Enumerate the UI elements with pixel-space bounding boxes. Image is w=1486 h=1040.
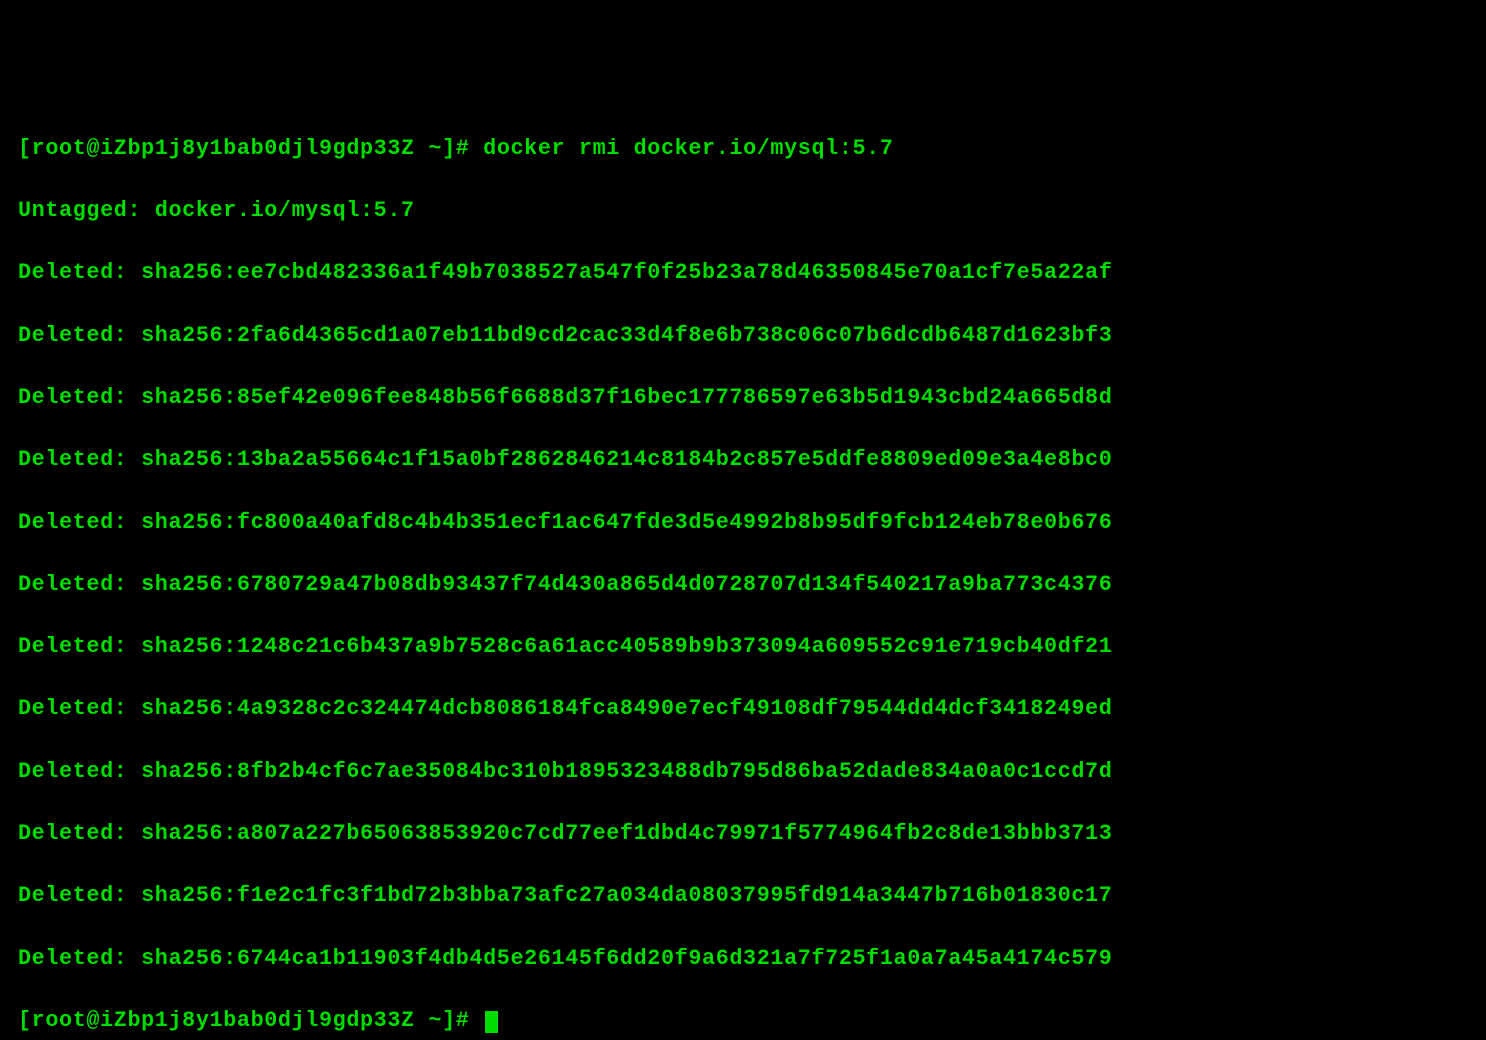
shell-prompt: [root@iZbp1j8y1bab0djl9gdp33Z ~]# bbox=[18, 1008, 483, 1033]
output-line: Deleted: sha256:4a9328c2c324474dcb808618… bbox=[18, 693, 1468, 724]
output-line: Deleted: sha256:a807a227b65063853920c7cd… bbox=[18, 818, 1468, 849]
output-line: Deleted: sha256:13ba2a55664c1f15a0bf2862… bbox=[18, 444, 1468, 475]
command-text: docker rmi docker.io/mysql:5.7 bbox=[483, 136, 893, 161]
output-line: Deleted: sha256:85ef42e096fee848b56f6688… bbox=[18, 382, 1468, 413]
terminal-prompt-line[interactable]: [root@iZbp1j8y1bab0djl9gdp33Z ~]# bbox=[18, 1005, 1468, 1036]
output-line: Deleted: sha256:f1e2c1fc3f1bd72b3bba73af… bbox=[18, 880, 1468, 911]
output-line: Deleted: sha256:6744ca1b11903f4db4d5e261… bbox=[18, 943, 1468, 974]
output-line: Deleted: sha256:2fa6d4365cd1a07eb11bd9cd… bbox=[18, 320, 1468, 351]
output-line: Untagged: docker.io/mysql:5.7 bbox=[18, 195, 1468, 226]
output-line: Deleted: sha256:1248c21c6b437a9b7528c6a6… bbox=[18, 631, 1468, 662]
shell-prompt: [root@iZbp1j8y1bab0djl9gdp33Z ~]# bbox=[18, 136, 483, 161]
output-line: Deleted: sha256:8fb2b4cf6c7ae35084bc310b… bbox=[18, 756, 1468, 787]
output-line: Deleted: sha256:fc800a40afd8c4b4b351ecf1… bbox=[18, 507, 1468, 538]
output-line: Deleted: sha256:6780729a47b08db93437f74d… bbox=[18, 569, 1468, 600]
output-line: Deleted: sha256:ee7cbd482336a1f49b703852… bbox=[18, 257, 1468, 288]
terminal-command-line[interactable]: [root@iZbp1j8y1bab0djl9gdp33Z ~]# docker… bbox=[18, 133, 1468, 164]
cursor-block bbox=[485, 1011, 498, 1033]
